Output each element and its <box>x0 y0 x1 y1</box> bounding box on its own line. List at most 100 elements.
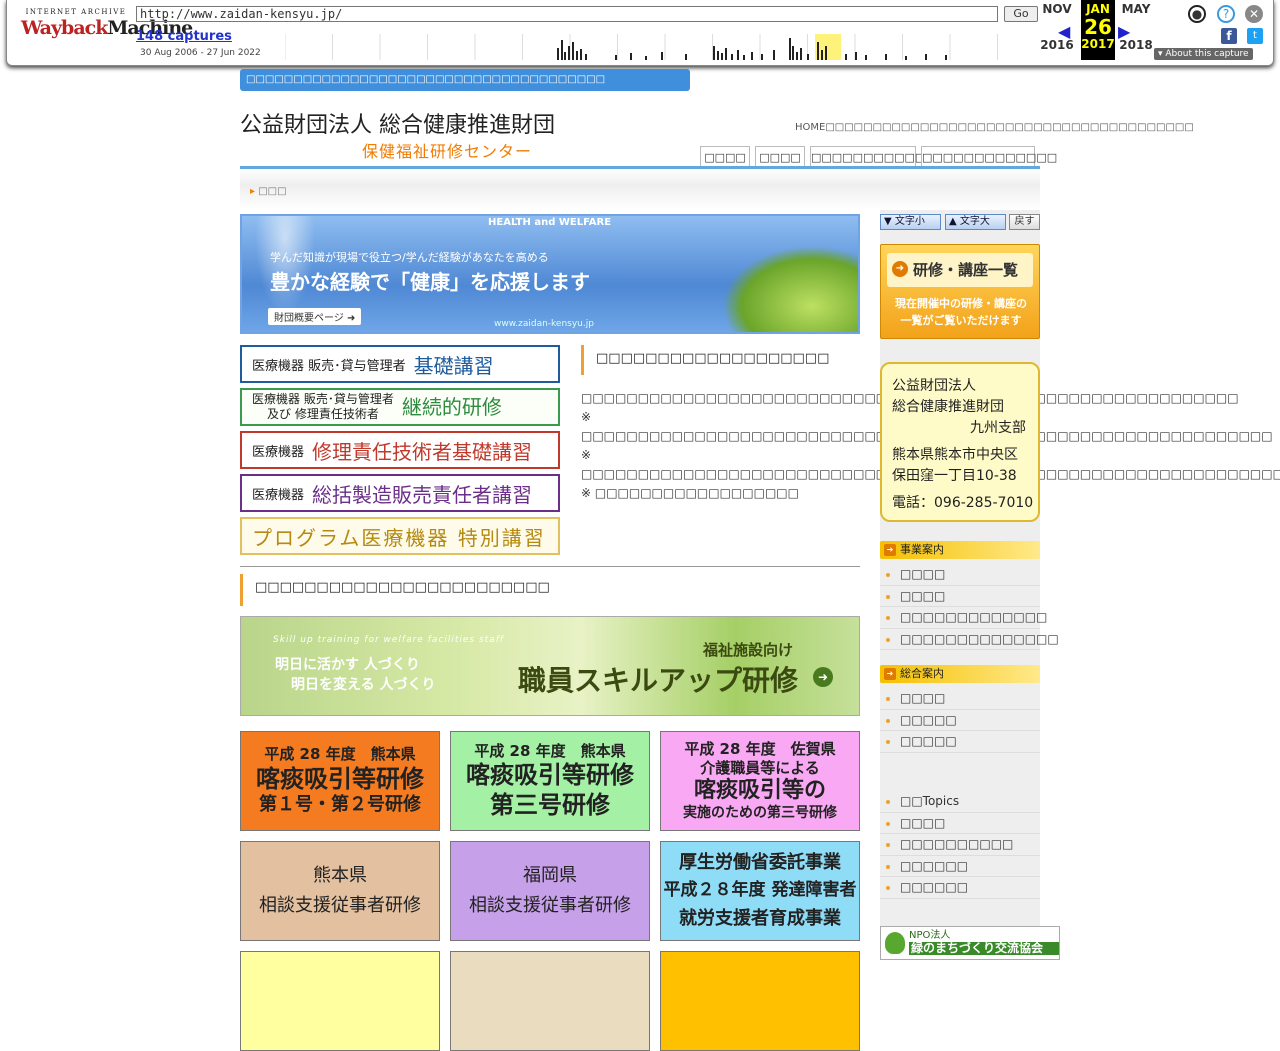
notice-p4: ※ □□□□□□□□□□□□□□□□□□ <box>581 486 799 500</box>
nav-tab-3[interactable]: □□□□□□□□□□□□ <box>810 146 936 167</box>
about-foundation-button[interactable]: 財団概要ページ ➜ <box>268 308 362 325</box>
notice-heading: □□□□□□□□□□□□□□□□□□□ <box>581 345 861 375</box>
course-basic[interactable]: 医療機器 販売･貸与管理者 基礎講習 <box>240 345 560 383</box>
nav-tab-4[interactable]: □□□□□□□□□□□□□ <box>921 146 1057 167</box>
skillup-banner[interactable]: Skill up training for welfare facilities… <box>240 616 860 716</box>
menu-item[interactable]: □□□□□□ <box>880 855 1040 877</box>
next-arrow-icon[interactable]: ▶ <box>1118 22 1130 41</box>
course-big: 修理責任技術者基礎講習 <box>312 439 533 464</box>
menu-item[interactable]: □□□□□□□□□□□□□□ <box>880 628 1059 650</box>
skill-title: 職員スキルアップ研修 <box>518 664 799 697</box>
box-line: 第三号研修 <box>490 791 610 820</box>
nav-tab-1[interactable]: □□□□ <box>700 146 750 167</box>
nav-tab-2[interactable]: □□□□ <box>755 146 805 167</box>
course-big: 継続的研修 <box>401 394 502 419</box>
box-line: 熊本県 <box>313 864 367 886</box>
hero-banner[interactable]: HEALTH and WELFARE 学んだ知識が現場で役立つ/学んだ経験があな… <box>240 214 860 334</box>
training-box-5[interactable]: 福岡県 相談支援従事者研修 <box>450 841 650 941</box>
training-box-3[interactable]: 平成 28 年度 佐賀県 介護職員等による 喀痰吸引等の 実施のための第三号研修 <box>660 731 860 831</box>
course-big: 基礎講習 <box>413 353 494 378</box>
arrow-right-icon[interactable]: ➜ <box>813 667 833 687</box>
url-input[interactable]: http://www.zaidan-kensyu.jp/ <box>136 6 998 22</box>
menu-general: □□□□ □□□□□ □□□□□ <box>880 688 1040 753</box>
wayback-logo[interactable]: INTERNET ARCHIVE WaybackMachine <box>21 8 193 50</box>
logo-top-text: INTERNET ARCHIVE <box>25 8 127 16</box>
course-list-banner[interactable]: 研修・講座一覧 現在開催中の研修・講座の一覧がご覧いただけます <box>880 244 1040 339</box>
npo-banner[interactable]: NPO法人 緑のまちづくり交流協会 <box>880 926 1060 960</box>
training-box-7[interactable] <box>240 951 440 1051</box>
npo-name: 緑のまちづくり交流協会 <box>909 942 1059 955</box>
training-box-1[interactable]: 平成 28 年度 熊本県 喀痰吸引等研修 第１号・第２号研修 <box>240 731 440 831</box>
user-icon[interactable]: ● <box>1188 5 1206 23</box>
about-capture-button[interactable]: ▾ About this capture <box>1154 48 1253 60</box>
font-small-button[interactable]: ▼ 文字小 <box>880 214 941 230</box>
org-subtitle: 保健福祉研修センター <box>362 142 533 161</box>
course-continuing[interactable]: 医療機器 販売･貸与管理者 及び 修理責任技術者 継続的研修 <box>240 388 560 426</box>
section-heading: □□□□□□□□□□□□□□□□□□□□□□□□ <box>240 574 860 606</box>
font-large-button[interactable]: ▲ 文字大 <box>945 214 1006 230</box>
training-box-6[interactable]: 厚生労働省委託事業 平成２８年度 発達障害者 就労支援者育成事業 <box>660 841 860 941</box>
box-line: 喀痰吸引等研修 <box>466 761 634 790</box>
menu-item[interactable]: □□□□□ <box>880 731 1040 753</box>
course-small: 医療機器 販売･貸与管理者 <box>252 358 406 374</box>
course-list-desc: 現在開催中の研修・講座の 一覧がご覧いただけます <box>895 297 1027 327</box>
menu-item[interactable]: □□□□ <box>880 688 1040 710</box>
close-icon[interactable]: ✕ <box>1245 5 1263 23</box>
prev-arrow-icon[interactable]: ◀ <box>1058 22 1070 41</box>
box-line: 相談支援従事者研修 <box>259 895 421 916</box>
course-small: 医療機器 販売･貸与管理者 及び 修理責任技術者 <box>252 392 394 421</box>
capture-sparkline[interactable] <box>285 34 1045 60</box>
menu-item[interactable]: □□□□□□ <box>880 877 1040 899</box>
training-box-8[interactable] <box>450 951 650 1051</box>
course-big: 総括製造販売責任者講習 <box>312 482 533 507</box>
course-repair[interactable]: 医療機器 修理責任技術者基礎講習 <box>240 431 560 469</box>
capture-range: 30 Aug 2006 - 27 Jun 2022 <box>140 48 261 58</box>
course-manufacturing[interactable]: 医療機器 総括製造販売責任者講習 <box>240 474 560 512</box>
top-banner-bar[interactable]: □□□□□□□□□□□□□□□□□□□□□□□□□□□□□□□□□□□□□□ <box>240 69 690 91</box>
top-links[interactable]: HOME□□□□□□□□□□□□□□□□□□□□□□□□□□□□□□□□□□□□… <box>795 122 1194 133</box>
box-line: 第１号・第２号研修 <box>259 794 421 816</box>
menu-item[interactable]: □□Topics <box>880 791 1040 813</box>
captures-link[interactable]: 148 captures <box>136 29 232 44</box>
box-line: 平成 28 年度 熊本県 <box>264 745 416 764</box>
prev-month[interactable]: NOV 2016 <box>1030 3 1084 52</box>
hero-url: www.zaidan-kensyu.jp <box>494 319 594 329</box>
box-line: 喀痰吸引等の <box>693 778 826 804</box>
addr-line: 保田窪一丁目10-38 <box>892 468 1017 484</box>
course-program-device[interactable]: プログラム医療機器 特別講習 <box>240 517 560 555</box>
menu-business-heading: 事業案内 <box>880 541 1040 559</box>
org-name[interactable]: 公益財団法人 総合健康推進財団 <box>240 107 555 139</box>
menu-item[interactable]: □□□□ <box>880 812 1040 834</box>
facebook-icon[interactable]: f <box>1221 28 1237 44</box>
menu-item[interactable]: □□□□□□□□□□ <box>880 834 1040 856</box>
box-line: 喀痰吸引等研修 <box>256 765 424 794</box>
twitter-icon[interactable]: t <box>1247 28 1263 44</box>
box-line: 厚生労働省委託事業 <box>679 851 841 873</box>
menu-item[interactable]: □□□□□ <box>880 709 1040 731</box>
help-icon[interactable]: ? <box>1217 5 1235 23</box>
hero-tag: HEALTH and WELFARE <box>488 217 612 228</box>
menu-general-heading: 総合案内 <box>880 665 1040 683</box>
course-small: 医療機器 <box>252 444 305 460</box>
box-line: 平成２８年度 発達障害者 <box>663 880 857 901</box>
box-line: 平成 28 年度 熊本県 <box>474 741 626 760</box>
menu-item[interactable]: □□□□□□□□□□□□□ <box>880 607 1047 629</box>
address-box: 公益財団法人 総合健康推進財団 九州支部 熊本県熊本市中央区 保田窪一丁目10-… <box>880 362 1040 522</box>
menu-item[interactable]: □□□□ <box>880 564 1040 586</box>
wayback-toolbar: INTERNET ARCHIVE WaybackMachine http://w… <box>6 0 1274 66</box>
box-line: 福岡県 <box>523 864 577 886</box>
addr-line: 熊本県熊本市中央区 <box>892 447 1018 463</box>
course-list-title: 研修・講座一覧 <box>887 253 1033 287</box>
logo-main-text: WaybackMachine <box>21 17 193 39</box>
training-box-4[interactable]: 熊本県 相談支援従事者研修 <box>240 841 440 941</box>
menu-item[interactable]: □□□□ <box>880 585 1040 607</box>
addr-line: 総合健康推進財団 <box>892 399 1004 415</box>
addr-line: 九州支部 <box>970 420 1026 436</box>
box-line: 実施のための第三号研修 <box>683 804 837 821</box>
skill-en: Skill up training for welfare facilities… <box>273 635 505 645</box>
box-line: 平成 28 年度 佐賀県 <box>684 739 836 758</box>
training-box-2[interactable]: 平成 28 年度 熊本県 喀痰吸引等研修 第三号研修 <box>450 731 650 831</box>
training-box-9[interactable] <box>660 951 860 1051</box>
font-reset-button[interactable]: 戻す <box>1009 214 1040 230</box>
box-line: 相談支援従事者研修 <box>469 895 631 916</box>
